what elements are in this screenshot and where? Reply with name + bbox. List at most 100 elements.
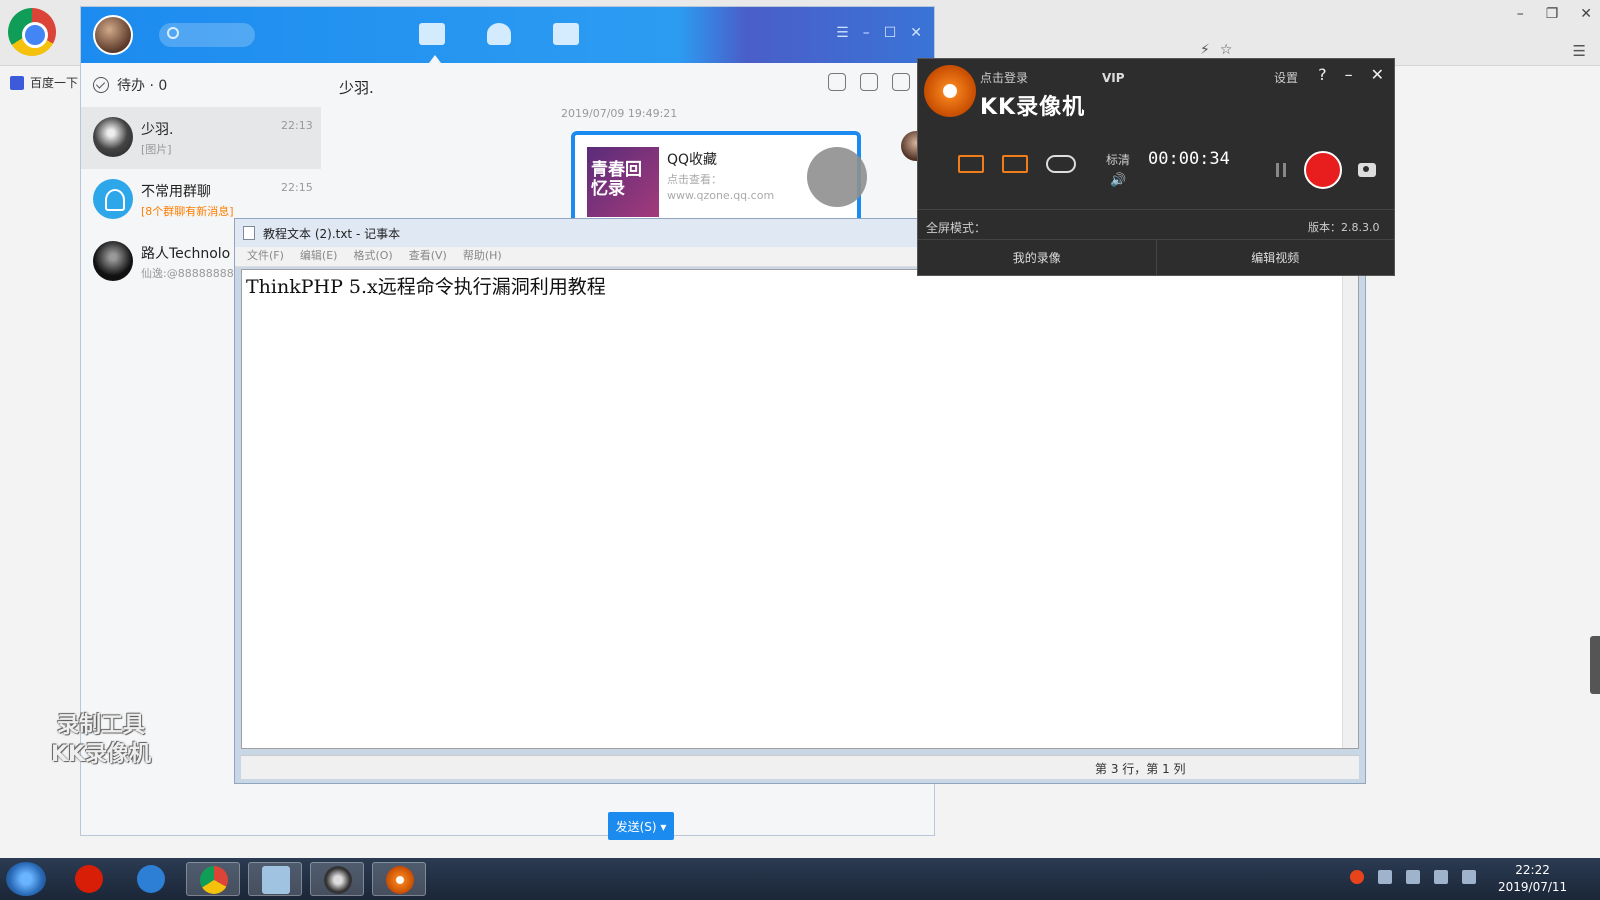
- watermark-line: 录制工具: [56, 713, 145, 738]
- tab-my-recordings[interactable]: 我的录像: [918, 240, 1156, 275]
- lightning-icon[interactable]: ⚡: [1200, 42, 1210, 58]
- menu-icon[interactable]: ☰: [836, 25, 849, 41]
- messages-tab-icon[interactable]: [419, 23, 445, 45]
- menu-view[interactable]: 查看(V): [409, 247, 447, 266]
- clock-time: 22:22: [1515, 863, 1550, 877]
- taskbar-netease-music[interactable]: [62, 862, 116, 896]
- star-icon[interactable]: ☆: [1220, 42, 1233, 58]
- quality-selector[interactable]: 标清: [1106, 151, 1130, 168]
- record-modes: [958, 155, 1076, 173]
- editor-content: ThinkPHP 5.x远程命令执行漏洞利用教程: [246, 276, 606, 298]
- close-button[interactable]: ✕: [910, 25, 922, 41]
- text-editor[interactable]: ThinkPHP 5.x远程命令执行漏洞利用教程: [241, 269, 1359, 749]
- list-item[interactable]: 少羽. [图片] 22:13: [81, 107, 321, 169]
- system-clock[interactable]: 22:22 2019/07/11: [1498, 862, 1567, 896]
- watermark-line: KK录像机: [50, 741, 152, 767]
- todo-item[interactable]: 待办 · 0: [81, 63, 331, 107]
- taskbar-kk-recorder[interactable]: [372, 862, 426, 896]
- kk-tabs: 我的录像 编辑视频: [918, 239, 1394, 275]
- vertical-scrollbar[interactable]: [1342, 270, 1358, 748]
- tray-settings-icon[interactable]: [1378, 870, 1392, 884]
- minimize-button[interactable]: –: [1345, 65, 1353, 84]
- message-timestamp: 2019/07/09 19:49:21: [561, 107, 678, 120]
- conversation-time: 22:15: [281, 181, 313, 194]
- nav-indicator: [429, 55, 441, 63]
- menu-file[interactable]: 文件(F): [247, 247, 284, 266]
- camera-icon[interactable]: [1358, 163, 1376, 177]
- taskbar: 22:22 2019/07/11: [0, 858, 1600, 900]
- card-hint: 点击查看：: [667, 173, 722, 186]
- edge-handle[interactable]: [1590, 636, 1600, 694]
- card-thumbnail: 青春回忆录: [587, 147, 659, 217]
- avatar: [93, 117, 133, 157]
- notepad-icon: [243, 226, 255, 240]
- volume-icon[interactable]: [1462, 870, 1476, 884]
- region-mode-icon[interactable]: [1002, 155, 1028, 173]
- settings-button[interactable]: 设置: [1274, 69, 1298, 86]
- screen-share-icon[interactable]: [828, 73, 846, 91]
- bookmark-baidu[interactable]: 百度一下: [10, 74, 78, 91]
- sogou-input-icon[interactable]: [1350, 870, 1364, 884]
- pause-icon[interactable]: [1276, 163, 1286, 177]
- vip-badge[interactable]: VIP: [1102, 71, 1125, 85]
- help-button[interactable]: ?: [1318, 65, 1327, 84]
- bookmark-label: 百度一下: [30, 76, 79, 90]
- avatar[interactable]: [93, 15, 133, 55]
- watermark: 录制工具 KK录像机: [34, 712, 168, 769]
- qq-icon: [324, 866, 352, 894]
- version-label: 版本：2.8.3.0: [1308, 221, 1380, 234]
- taskbar-qq-browser[interactable]: [124, 862, 178, 896]
- menu-icon[interactable]: ☰: [1573, 42, 1586, 60]
- gamepad-icon[interactable]: [1046, 155, 1076, 173]
- minimize-button[interactable]: –: [1517, 6, 1524, 22]
- menu-help[interactable]: 帮助(H): [463, 247, 502, 266]
- conversation-preview: 仙逸:@88888888: [141, 267, 234, 280]
- fullscreen-mode-icon[interactable]: [958, 155, 984, 173]
- restore-button[interactable]: ❐: [1546, 6, 1559, 22]
- chat-toolbar: [828, 73, 910, 91]
- close-button[interactable]: ✕: [1371, 65, 1384, 84]
- notepad-icon: [262, 866, 290, 894]
- browser-icon: [137, 865, 165, 893]
- conversation-name: 不常用群聊: [141, 184, 211, 200]
- taskbar-notepad[interactable]: [248, 862, 302, 896]
- kk-recorder-icon: [386, 866, 414, 894]
- avatar: [93, 241, 133, 281]
- taskbar-chrome[interactable]: [186, 862, 240, 896]
- qq-nav: [419, 23, 579, 45]
- phone-icon[interactable]: [860, 73, 878, 91]
- conversation-preview: [图片]: [141, 143, 172, 156]
- close-button[interactable]: ✕: [1580, 6, 1592, 22]
- chrome-icon: [200, 866, 228, 894]
- conversation-name: 少羽.: [141, 122, 174, 138]
- chrome-icon[interactable]: [8, 8, 56, 56]
- space-tab-icon[interactable]: [553, 23, 579, 45]
- search-input[interactable]: [159, 23, 255, 47]
- browser-window-controls: – ❐ ✕: [1517, 6, 1592, 22]
- tab-edit-video[interactable]: 编辑视频: [1155, 240, 1395, 275]
- divider: [918, 209, 1394, 210]
- status-bar: 第 3 行，第 1 列: [241, 755, 1359, 779]
- start-button[interactable]: [6, 862, 46, 896]
- todo-label: 待办 · 0: [117, 78, 168, 94]
- baidu-icon: [10, 75, 24, 90]
- login-link[interactable]: 点击登录: [980, 69, 1028, 86]
- card-url: www.qzone.qq.com: [667, 189, 775, 202]
- record-button[interactable]: [1304, 151, 1342, 189]
- browser-right-icons: ☰: [1573, 42, 1586, 60]
- minimize-button[interactable]: –: [863, 25, 870, 41]
- menu-format[interactable]: 格式(O): [353, 247, 392, 266]
- tray-app-icon[interactable]: [1406, 870, 1420, 884]
- send-button[interactable]: 发送(S) ▾: [608, 812, 674, 840]
- search-icon: [167, 27, 179, 39]
- contacts-tab-icon[interactable]: [487, 23, 511, 45]
- add-icon[interactable]: [892, 73, 910, 91]
- conversation-time: 22:13: [281, 119, 313, 132]
- menu-edit[interactable]: 编辑(E): [300, 247, 338, 266]
- speaker-icon[interactable]: 🔊: [1110, 173, 1126, 188]
- taskbar-qq[interactable]: [310, 862, 364, 896]
- notepad-window: 教程文本 (2).txt - 记事本 文件(F) 编辑(E) 格式(O) 查看(…: [234, 218, 1366, 784]
- kk-window-controls: ? – ✕: [1318, 65, 1384, 84]
- network-icon[interactable]: [1434, 870, 1448, 884]
- maximize-button[interactable]: ☐: [884, 25, 897, 41]
